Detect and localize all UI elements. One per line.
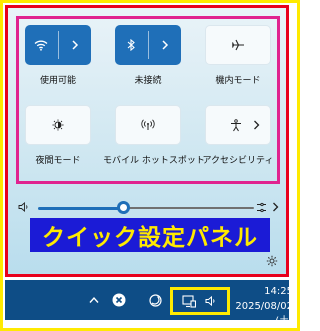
airplane-icon bbox=[231, 39, 245, 51]
network-icon bbox=[182, 294, 196, 308]
network-volume-tray-button[interactable] bbox=[170, 287, 230, 315]
airplane-tile[interactable] bbox=[205, 25, 271, 65]
night-light-label: 夜間モード bbox=[35, 156, 81, 166]
chevron-right-icon[interactable] bbox=[253, 120, 260, 130]
tray-app-moon-button[interactable] bbox=[145, 280, 165, 320]
hotspot-label: モバイル ホットスポット bbox=[103, 156, 205, 166]
volume-slider-thumb[interactable] bbox=[117, 201, 130, 214]
settings-gear-icon[interactable] bbox=[266, 255, 278, 267]
accessibility-label: アクセシビリティ bbox=[202, 156, 274, 166]
volume-slider-row bbox=[18, 198, 280, 218]
taskbar: 14:25 2025/08/02 (土) bbox=[5, 280, 293, 327]
speaker-icon bbox=[205, 295, 218, 307]
bluetooth-tile[interactable] bbox=[115, 25, 181, 65]
taskbar-clock[interactable]: 14:25 2025/08/02 (土) bbox=[231, 284, 293, 329]
chevron-up-icon bbox=[89, 296, 99, 304]
hotspot-icon bbox=[141, 119, 155, 131]
speaker-icon[interactable] bbox=[18, 201, 30, 213]
audio-output-icon[interactable] bbox=[256, 201, 270, 214]
show-hidden-icons-button[interactable] bbox=[85, 280, 103, 320]
wifi-tile[interactable] bbox=[25, 25, 91, 65]
volume-slider-fill[interactable] bbox=[38, 207, 124, 210]
wifi-expand-button[interactable] bbox=[59, 25, 92, 65]
clock-date: 2025/08/02 (土) bbox=[235, 301, 293, 327]
chevron-right-icon bbox=[161, 40, 169, 50]
accessibility-icon bbox=[230, 118, 242, 132]
panel-caption: クイック設定パネル bbox=[30, 218, 270, 252]
airplane-label: 機内モード bbox=[215, 76, 261, 86]
clock-time: 14:25 bbox=[264, 286, 293, 297]
moon-icon bbox=[148, 293, 162, 307]
night-light-tile[interactable] bbox=[25, 105, 91, 145]
x-circle-icon bbox=[112, 293, 126, 307]
wifi-icon bbox=[34, 39, 48, 51]
quick-settings-panel: 使用可能 未接続 機内モード 夜間モード モバイル ホットスポット アクセシビリ… bbox=[5, 5, 289, 277]
quick-settings-tiles-highlight: 使用可能 未接続 機内モード 夜間モード モバイル ホットスポット アクセシビリ… bbox=[16, 16, 280, 184]
tray-app-x-button[interactable] bbox=[109, 280, 129, 320]
bluetooth-label: 未接続 bbox=[134, 76, 162, 86]
chevron-right-icon bbox=[71, 40, 79, 50]
bluetooth-toggle[interactable] bbox=[115, 25, 148, 65]
wifi-label: 使用可能 bbox=[39, 76, 76, 86]
wifi-toggle[interactable] bbox=[25, 25, 58, 65]
volume-slider-track[interactable] bbox=[124, 207, 254, 209]
bluetooth-icon bbox=[127, 39, 136, 51]
night-light-icon bbox=[52, 119, 64, 131]
accessibility-tile[interactable] bbox=[205, 105, 271, 145]
chevron-right-icon[interactable] bbox=[272, 202, 279, 212]
bluetooth-expand-button[interactable] bbox=[149, 25, 182, 65]
hotspot-tile[interactable] bbox=[115, 105, 181, 145]
